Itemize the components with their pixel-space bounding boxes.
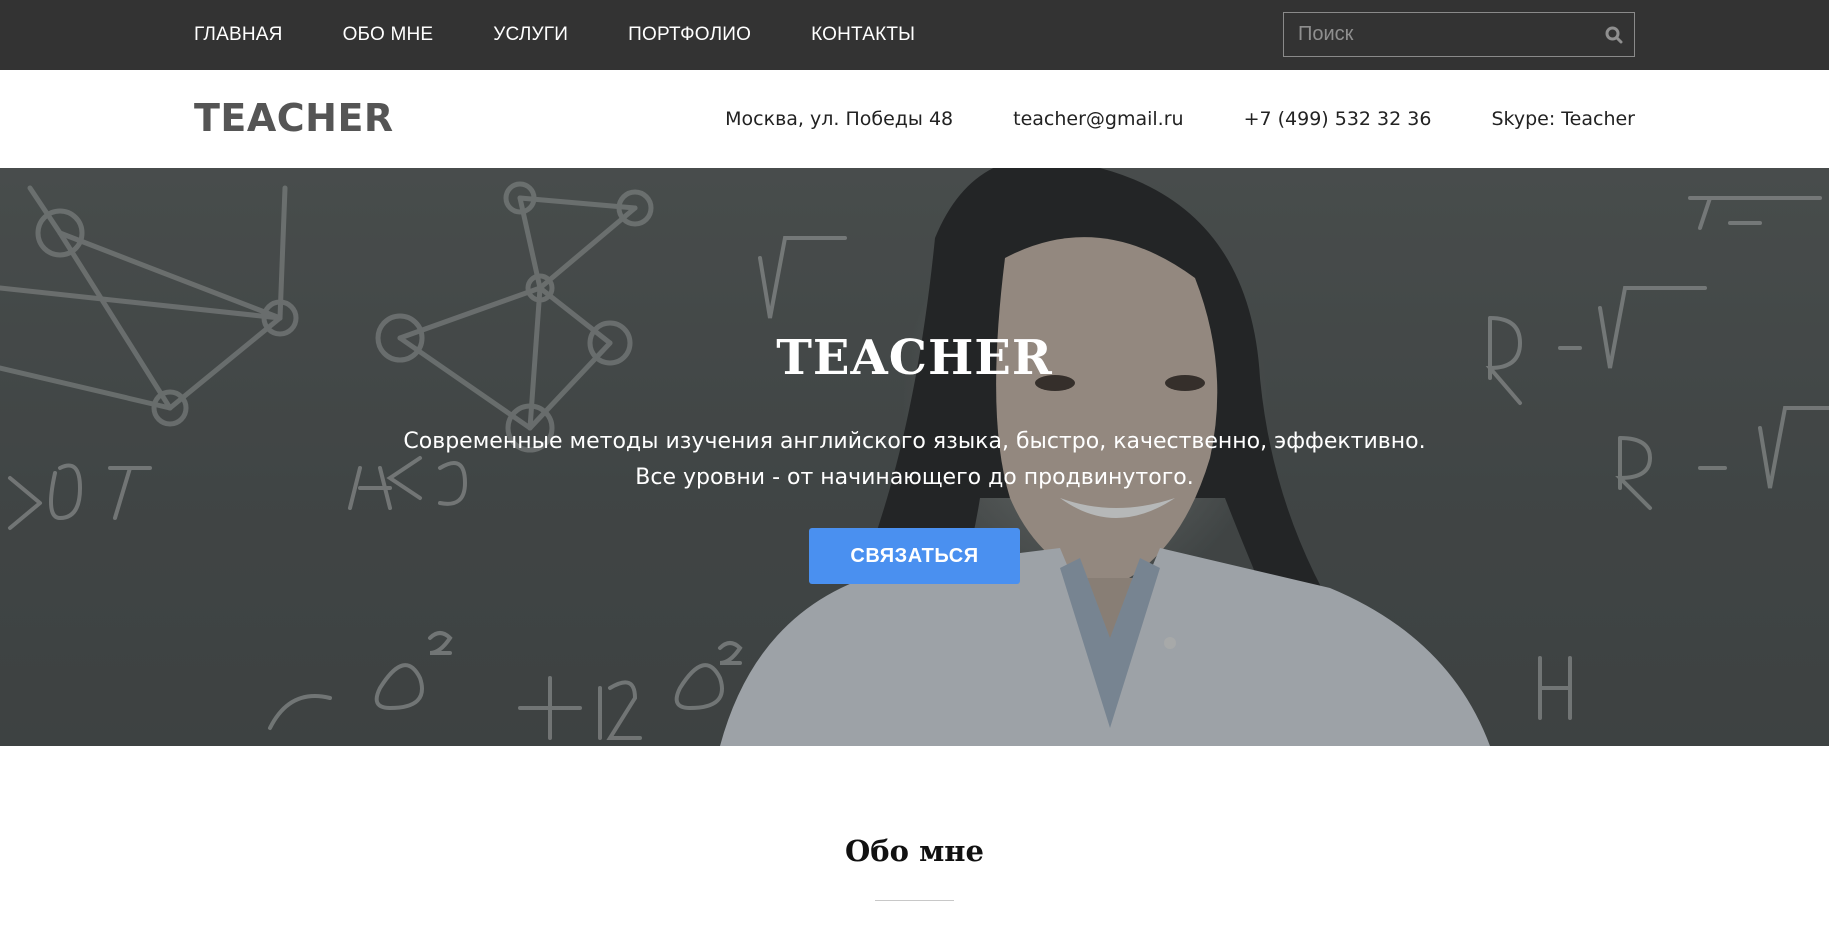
nav-item-home[interactable]: ГЛАВНАЯ (194, 0, 283, 70)
hero-subtitle: Современные методы изучения английского … (0, 424, 1829, 496)
search-icon[interactable] (1594, 13, 1634, 56)
site-logo[interactable]: TEACHER (194, 96, 394, 140)
contact-address: Москва, ул. Победы 48 (725, 108, 954, 130)
hero-title: TEACHER (776, 330, 1053, 386)
section-divider (875, 900, 954, 901)
about-title: Обо мне (845, 834, 984, 868)
main-nav: ГЛАВНАЯ ОБО МНЕ УСЛУГИ ПОРТФОЛИО КОНТАКТ… (194, 0, 975, 70)
top-nav-bar: ГЛАВНАЯ ОБО МНЕ УСЛУГИ ПОРТФОЛИО КОНТАКТ… (0, 0, 1829, 70)
contact-info: Москва, ул. Победы 48 teacher@gmail.ru +… (725, 70, 1635, 168)
nav-item-contacts[interactable]: КОНТАКТЫ (811, 0, 915, 70)
hero-subtitle-line-1: Современные методы изучения английского … (403, 429, 1426, 454)
nav-item-about[interactable]: ОБО МНЕ (343, 0, 434, 70)
search-box (1283, 12, 1635, 57)
contact-email[interactable]: teacher@gmail.ru (1013, 108, 1183, 130)
site-header: TEACHER Москва, ул. Победы 48 teacher@gm… (0, 70, 1829, 168)
hero-subtitle-line-2: Все уровни - от начинающего до продвинут… (635, 465, 1194, 490)
nav-item-portfolio[interactable]: ПОРТФОЛИО (628, 0, 751, 70)
hero-banner: TEACHER Современные методы изучения англ… (0, 168, 1829, 746)
contact-skype[interactable]: Skype: Teacher (1491, 108, 1635, 130)
nav-item-services[interactable]: УСЛУГИ (493, 0, 568, 70)
hero-content: TEACHER Современные методы изучения англ… (0, 168, 1829, 746)
contact-phone[interactable]: +7 (499) 532 32 36 (1244, 108, 1432, 130)
contact-button[interactable]: СВЯЗАТЬСЯ (809, 528, 1020, 584)
search-input[interactable] (1284, 13, 1594, 56)
